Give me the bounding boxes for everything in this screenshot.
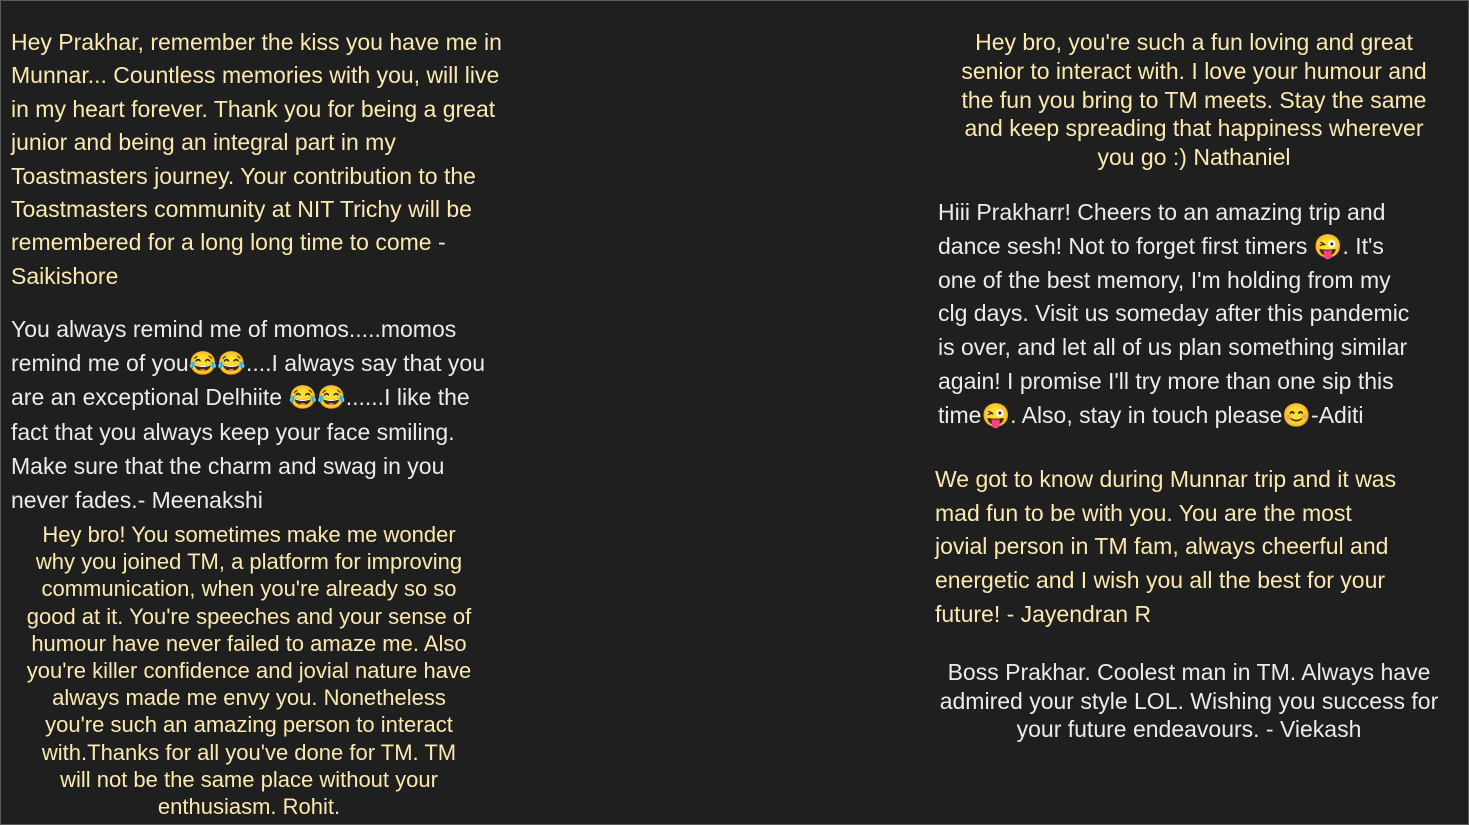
message-viekash: Boss Prakhar. Coolest man in TM. Always … [939,659,1439,743]
message-saikishore: Hey Prakhar, remember the kiss you have … [11,29,502,289]
page: Hey Prakhar, remember the kiss you have … [0,0,1469,825]
message-jayendran: We got to know during Munnar trip and it… [935,466,1397,627]
message-aditi: Hiii Prakharr! Cheers to an amazing trip… [938,199,1410,428]
message-meenakshi: You always remind me of momos.....momos … [11,316,486,514]
message-nathaniel: Hey bro, you're such a fun loving and gr… [961,29,1427,171]
message-rohit: Hey bro! You sometimes make me wonder wh… [26,522,472,820]
